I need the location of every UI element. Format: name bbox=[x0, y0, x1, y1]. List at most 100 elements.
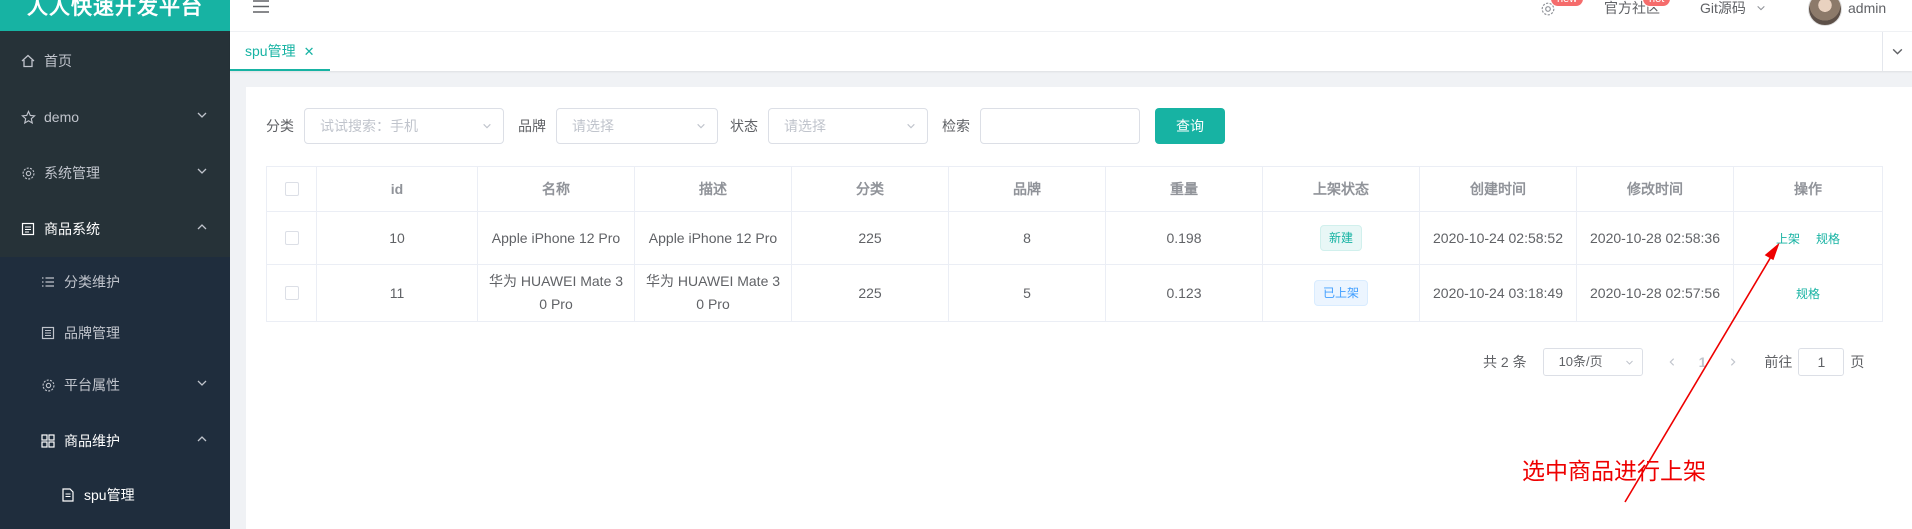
tabs-more-button[interactable] bbox=[1882, 32, 1912, 71]
chevron-down-icon bbox=[697, 123, 705, 129]
cell-category: 225 bbox=[792, 265, 949, 321]
settings-button[interactable]: new bbox=[1540, 0, 1585, 20]
cell-name-line: 0 Pro bbox=[539, 296, 573, 312]
menu-toggle-icon[interactable] bbox=[252, 0, 270, 16]
sidebar-item-home[interactable]: 首页 bbox=[0, 33, 230, 89]
cell-created: 2020-10-24 03:18:49 bbox=[1420, 265, 1577, 321]
status-badge: 已上架 bbox=[1313, 280, 1368, 306]
status-placeholder: 请选择 bbox=[784, 118, 826, 134]
row-checkbox[interactable] bbox=[284, 286, 299, 300]
chevron-down-icon bbox=[1757, 5, 1765, 11]
new-badge: new bbox=[1550, 0, 1585, 7]
table-header[interactable]: id bbox=[317, 167, 478, 211]
sidebar-item-brand[interactable]: 品牌管理 bbox=[0, 305, 230, 361]
cell-modified: 2020-10-28 02:58:36 bbox=[1577, 212, 1734, 264]
publish-link[interactable]: 上架 bbox=[1776, 230, 1800, 247]
cell-brand: 5 bbox=[949, 265, 1106, 321]
cell-ops: 规格 bbox=[1734, 265, 1882, 321]
chevron-down-icon bbox=[907, 123, 915, 129]
close-icon[interactable]: ✕ bbox=[304, 44, 315, 59]
table-header-row: id 名称 描述 分类 品牌 重量 上架状态 创建时间 修改时间 操作 bbox=[267, 167, 1882, 212]
sidebar-item-demo[interactable]: demo bbox=[0, 89, 230, 145]
total-count: 共 2 条 bbox=[1483, 354, 1527, 370]
table-header[interactable]: 描述 bbox=[635, 167, 792, 211]
cell-ops: 上架 规格 bbox=[1734, 212, 1882, 264]
table-header[interactable]: 上架状态 bbox=[1263, 167, 1420, 211]
table-header[interactable]: 品牌 bbox=[949, 167, 1106, 211]
sidebar-item-label: 系统管理 bbox=[44, 165, 100, 181]
page-size-select[interactable]: 10条/页 bbox=[1542, 348, 1643, 376]
current-page[interactable]: 1 bbox=[1699, 354, 1707, 370]
list-icon bbox=[40, 274, 56, 290]
row-checkbox[interactable] bbox=[284, 231, 299, 245]
cell-desc-line: 华为 HUAWEI Mate 3 bbox=[645, 273, 781, 289]
git-source-dropdown[interactable]: Git源码 bbox=[1700, 0, 1766, 16]
avatar[interactable] bbox=[1808, 0, 1842, 26]
sidebar-item-label: spu管理 bbox=[84, 487, 135, 503]
sidebar-item-goods-system[interactable]: 商品系统 bbox=[0, 201, 230, 257]
sidebar-item-attributes[interactable]: 平台属性 bbox=[0, 357, 230, 413]
row-checkbox-cell bbox=[267, 212, 317, 264]
search-form: 分类 试试搜索：手机 品牌 请选择 状态 请选择 检索 查询 bbox=[266, 108, 1225, 144]
table-row: 11 华为 HUAWEI Mate 3 0 Pro 华为 HUAWEI Mate… bbox=[267, 265, 1882, 321]
cell-name: 华为 HUAWEI Mate 3 0 Pro bbox=[478, 265, 635, 321]
cell-created: 2020-10-24 02:58:52 bbox=[1420, 212, 1577, 264]
sidebar-item-goods-maintain[interactable]: 商品维护 bbox=[0, 413, 230, 469]
chevron-up-icon bbox=[197, 224, 207, 230]
keyword-input[interactable] bbox=[980, 108, 1140, 144]
cell-name-line: 华为 HUAWEI Mate 3 bbox=[488, 273, 624, 289]
community-link[interactable]: 官方社区 hot bbox=[1604, 0, 1672, 16]
keyword-label: 检索 bbox=[942, 118, 970, 134]
brand-icon bbox=[40, 325, 56, 341]
table-header[interactable]: 分类 bbox=[792, 167, 949, 211]
table-header[interactable]: 创建时间 bbox=[1420, 167, 1577, 211]
user-name[interactable]: admin bbox=[1848, 0, 1886, 16]
pagination: 共 2 条 10条/页 1 前往 1 页 bbox=[1483, 348, 1864, 376]
cell-status: 新建 bbox=[1263, 212, 1420, 264]
status-select[interactable]: 请选择 bbox=[768, 108, 928, 144]
sidebar-item-category[interactable]: 分类维护 bbox=[0, 254, 230, 310]
chevron-down-icon bbox=[483, 123, 491, 129]
brand-select[interactable]: 请选择 bbox=[556, 108, 718, 144]
cell-desc: 华为 HUAWEI Mate 3 0 Pro bbox=[635, 265, 792, 321]
select-all-checkbox[interactable] bbox=[284, 182, 299, 196]
chevron-left-icon bbox=[1669, 358, 1674, 366]
spec-link[interactable]: 规格 bbox=[1816, 230, 1840, 247]
table-header: 操作 bbox=[1794, 181, 1822, 197]
home-icon bbox=[20, 53, 36, 69]
tab-spu[interactable]: spu管理 ✕ bbox=[230, 32, 331, 71]
chevron-right-icon bbox=[1731, 358, 1736, 366]
sidebar-item-system[interactable]: 系统管理 bbox=[0, 145, 230, 201]
cell-desc-line: 0 Pro bbox=[696, 296, 730, 312]
cell-desc: Apple iPhone 12 Pro bbox=[635, 212, 792, 264]
table-header[interactable]: 修改时间 bbox=[1577, 167, 1734, 211]
brand-logo[interactable]: 人人快速开发平台 bbox=[0, 0, 230, 31]
category-placeholder: 试试搜索：手机 bbox=[320, 118, 418, 134]
gear-icon bbox=[20, 165, 36, 181]
tabs-bar: spu管理 ✕ bbox=[230, 32, 1912, 71]
hot-badge: hot bbox=[1642, 0, 1672, 7]
prev-page-button[interactable] bbox=[1663, 353, 1681, 371]
table-header[interactable]: 重量 bbox=[1106, 167, 1263, 211]
chevron-down-icon bbox=[197, 112, 207, 118]
brand-label: 品牌 bbox=[518, 118, 546, 134]
chevron-down-icon bbox=[1625, 360, 1633, 365]
sidebar-item-spu[interactable]: spu管理 bbox=[0, 467, 230, 523]
category-select[interactable]: 试试搜索：手机 bbox=[304, 108, 504, 144]
goto-page-input[interactable]: 1 bbox=[1798, 348, 1845, 376]
sidebar-item-label: demo bbox=[44, 109, 80, 125]
chevron-up-icon bbox=[197, 436, 207, 442]
status-label: 状态 bbox=[730, 118, 758, 134]
next-page-button[interactable] bbox=[1724, 353, 1742, 371]
spec-link[interactable]: 规格 bbox=[1796, 285, 1820, 302]
row-checkbox-cell bbox=[267, 265, 317, 321]
cell-brand: 8 bbox=[949, 212, 1106, 264]
table-header[interactable]: 名称 bbox=[478, 167, 635, 211]
query-button[interactable]: 查询 bbox=[1155, 108, 1225, 144]
grid-icon bbox=[40, 433, 56, 449]
header-checkbox-cell bbox=[267, 167, 317, 211]
top-navbar: new 官方社区 hot Git源码 admin bbox=[230, 0, 1912, 31]
page-size-value: 10条/页 bbox=[1558, 354, 1603, 369]
sidebar: 人人快速开发平台 首页 demo 系统管理 商品系统 分类维护 品牌管理 平台属… bbox=[0, 0, 230, 529]
sidebar-item-label: 品牌管理 bbox=[64, 325, 120, 341]
